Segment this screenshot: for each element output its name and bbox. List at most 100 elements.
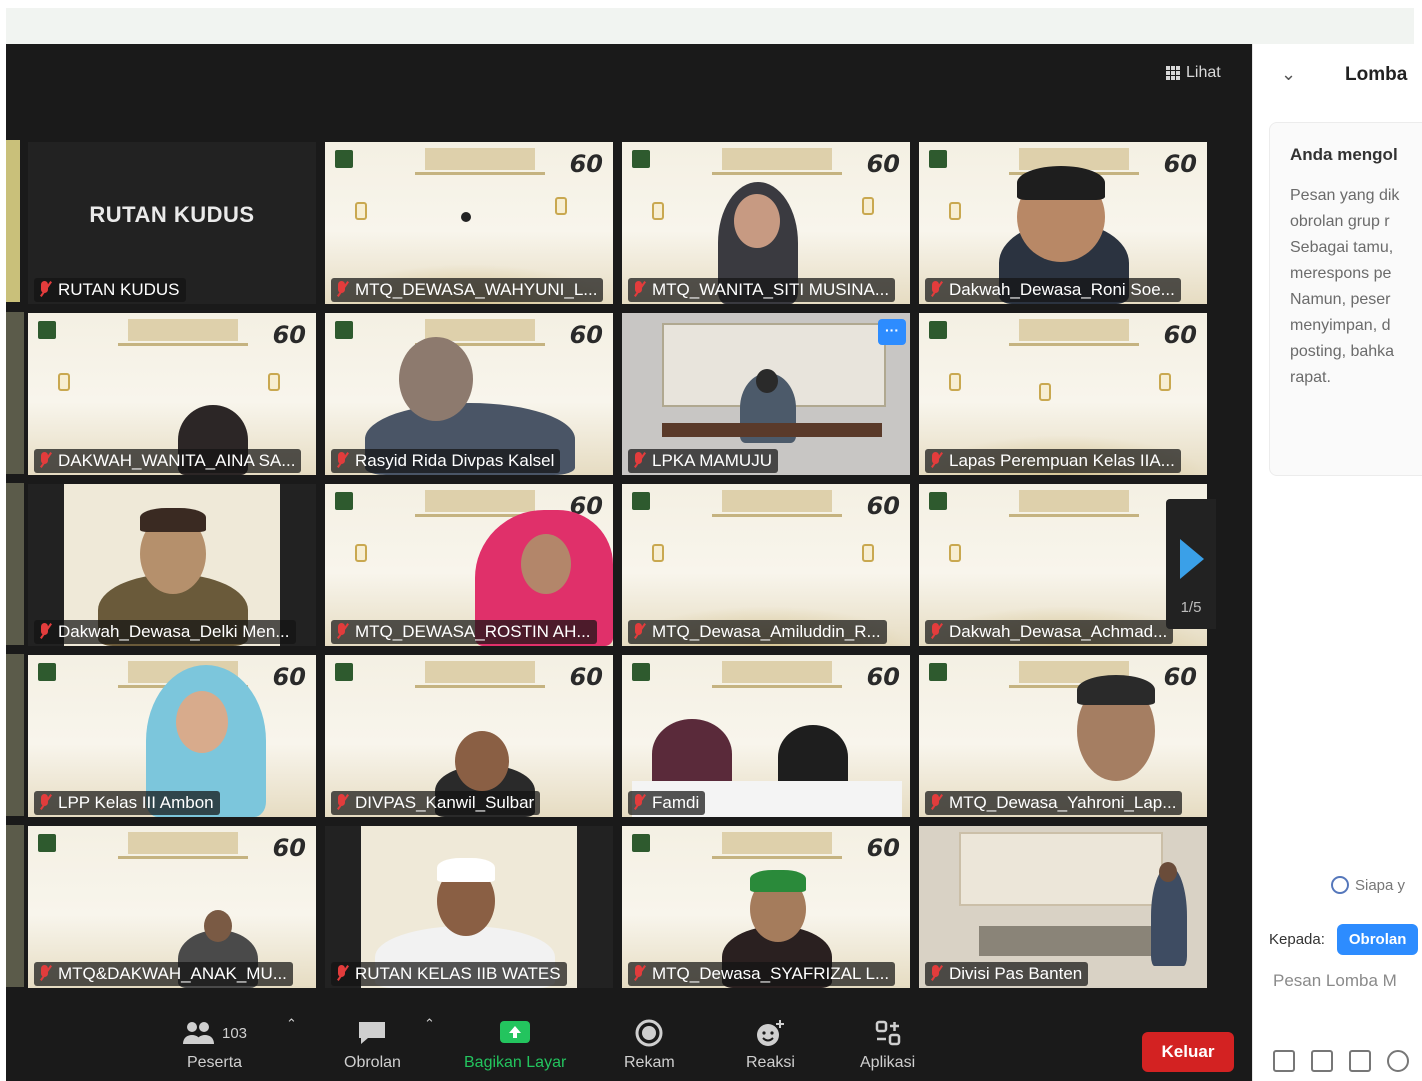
- who-can-see-link[interactable]: Siapa y: [1331, 876, 1405, 894]
- logo-icon: [38, 663, 56, 681]
- anniversary-badge: 60: [272, 834, 306, 862]
- leave-button[interactable]: Keluar: [1142, 1032, 1234, 1072]
- share-screen-label: Bagikan Layar: [464, 1054, 567, 1071]
- mic-muted-icon: [632, 623, 646, 641]
- participant-name-label: Famdi: [628, 791, 706, 815]
- anniversary-badge: 60: [272, 321, 306, 349]
- video-tile[interactable]: 60 DAKWAH_WANITA_AINA SA...: [28, 313, 316, 475]
- video-tile[interactable]: 60 MTQ_Dewasa_SYAFRIZAL L...: [622, 826, 910, 988]
- anniversary-badge: 60: [1163, 150, 1197, 178]
- anniversary-badge: 60: [569, 321, 603, 349]
- mic-muted-icon: [335, 623, 349, 641]
- participants-label: Peserta: [186, 1054, 243, 1071]
- apps-label: Aplikasi: [860, 1054, 916, 1071]
- mic-muted-icon: [38, 623, 52, 641]
- chat-icon: [359, 1022, 386, 1044]
- mic-muted-icon: [929, 452, 943, 470]
- recipient-select-button[interactable]: Obrolan: [1336, 924, 1419, 955]
- emoji-icon[interactable]: [1387, 1050, 1409, 1072]
- participant-name-label: MTQ_Dewasa_Amiluddin_R...: [628, 620, 887, 644]
- anniversary-badge: 60: [1163, 663, 1197, 691]
- file-icon[interactable]: [1349, 1050, 1371, 1072]
- format-icon[interactable]: [1273, 1050, 1295, 1072]
- video-tile[interactable]: Divisi Pas Banten: [919, 826, 1207, 988]
- mic-muted-icon: [929, 794, 943, 812]
- mic-muted-icon: [335, 965, 349, 983]
- participant-name-label: MTQ_Dewasa_SYAFRIZAL L...: [628, 962, 896, 986]
- video-tile[interactable]: 60 MTQ_Dewasa_Yahroni_Lap...: [919, 655, 1207, 817]
- share-screen-button[interactable]: Bagikan Layar: [464, 1018, 566, 1072]
- video-tile[interactable]: 60 MTQ_WANITA_SITI MUSINA...: [622, 142, 910, 304]
- reactions-icon: [757, 1020, 785, 1046]
- mic-muted-icon: [38, 281, 52, 299]
- video-tile[interactable]: 60 Rasyid Rida Divpas Kalsel: [325, 313, 613, 475]
- user-icon: [1331, 876, 1349, 894]
- screenshot-icon[interactable]: [1311, 1050, 1333, 1072]
- video-tile[interactable]: RUTAN KELAS IIB WATES: [325, 826, 613, 988]
- participant-name-label: Divisi Pas Banten: [925, 962, 1089, 986]
- chat-tools: [1273, 1050, 1409, 1072]
- participants-button[interactable]: 103 Peserta ⌃: [182, 1016, 297, 1072]
- mic-muted-icon: [632, 965, 646, 983]
- page-indicator: 1/5: [1180, 599, 1202, 616]
- video-tile[interactable]: Dakwah_Dewasa_Delki Men...: [28, 484, 316, 646]
- video-tile[interactable]: 60 Dakwah_Dewasa_Roni Soe...: [919, 142, 1207, 304]
- anniversary-badge: 60: [272, 663, 306, 691]
- video-tile[interactable]: 60 Famdi: [622, 655, 910, 817]
- notice-title: Anda mengol: [1290, 145, 1398, 164]
- video-tile[interactable]: 60 MTQ_Dewasa_Amiluddin_R...: [622, 484, 910, 646]
- browser-top-band: [6, 8, 1414, 44]
- view-label: Lihat: [1186, 64, 1221, 81]
- recipient-row: Kepada: Obrolan: [1269, 924, 1419, 955]
- record-icon: [635, 1019, 663, 1047]
- next-page-button[interactable]: 1/5: [1166, 499, 1216, 629]
- anniversary-badge: 60: [866, 663, 900, 691]
- mic-muted-icon: [929, 965, 943, 983]
- logo-icon: [632, 150, 650, 168]
- mic-muted-icon: [38, 452, 52, 470]
- share-screen-icon: [500, 1021, 531, 1043]
- participant-name-label: MTQ_WANITA_SITI MUSINA...: [628, 278, 896, 302]
- participants-count: 103: [222, 1024, 248, 1042]
- mic-muted-icon: [632, 281, 646, 299]
- chat-button[interactable]: Obrolan ⌃: [344, 1016, 435, 1072]
- chevron-up-icon[interactable]: ⌃: [286, 1016, 297, 1032]
- grid-view-icon: [1166, 66, 1180, 80]
- logo-icon: [38, 321, 56, 339]
- participant-name-label: Dakwah_Dewasa_Achmad...: [925, 620, 1174, 644]
- more-options-button[interactable]: ···: [878, 319, 906, 345]
- logo-icon: [632, 492, 650, 510]
- video-tile[interactable]: 60 MTQ_DEWASA_WAHYUNI_L...: [325, 142, 613, 304]
- apps-button[interactable]: Aplikasi: [860, 1018, 915, 1072]
- who-can-see-label: Siapa y: [1355, 876, 1406, 894]
- chevron-up-icon[interactable]: ⌃: [424, 1016, 435, 1032]
- video-tile[interactable]: RUTAN KUDUS RUTAN KUDUS: [28, 142, 316, 304]
- video-tile[interactable]: 60 DIVPAS_Kanwil_Sulbar: [325, 655, 613, 817]
- chat-message-input[interactable]: [1271, 970, 1422, 992]
- video-tile[interactable]: ··· LPKA MAMUJU: [622, 313, 910, 475]
- chevron-down-icon[interactable]: ⌄: [1281, 64, 1296, 85]
- logo-icon: [335, 150, 353, 168]
- video-tile[interactable]: 60 LPP Kelas III Ambon: [28, 655, 316, 817]
- view-button[interactable]: Lihat: [1166, 64, 1221, 82]
- reactions-button[interactable]: Reaksi: [746, 1018, 795, 1072]
- participant-name-label: Rasyid Rida Divpas Kalsel: [331, 449, 561, 473]
- anniversary-badge: 60: [866, 150, 900, 178]
- logo-icon: [38, 834, 56, 852]
- mic-muted-icon: [38, 794, 52, 812]
- notice-body: Pesan yang dik obrolan grup r Sebagai ta…: [1290, 187, 1400, 386]
- video-tile[interactable]: 60 MTQ_DEWASA_ROSTIN AH...: [325, 484, 613, 646]
- participant-name-label: LPKA MAMUJU: [628, 449, 778, 473]
- video-tile[interactable]: 60 Lapas Perempuan Kelas IIA...: [919, 313, 1207, 475]
- logo-icon: [929, 663, 947, 681]
- participant-name-label: MTQ_DEWASA_WAHYUNI_L...: [331, 278, 604, 302]
- record-button[interactable]: Rekam: [624, 1018, 675, 1072]
- logo-icon: [632, 663, 650, 681]
- video-tile[interactable]: 60 MTQ&DAKWAH_ANAK_MU...: [28, 826, 316, 988]
- mic-muted-icon: [929, 281, 943, 299]
- participant-name-label: RUTAN KELAS IIB WATES: [331, 962, 567, 986]
- participant-name-label: Lapas Perempuan Kelas IIA...: [925, 449, 1181, 473]
- video-tile[interactable]: Dakwah_Dewasa_Achmad...: [919, 484, 1207, 646]
- participant-name-label: MTQ_Dewasa_Yahroni_Lap...: [925, 791, 1183, 815]
- chat-label: Obrolan: [344, 1054, 401, 1071]
